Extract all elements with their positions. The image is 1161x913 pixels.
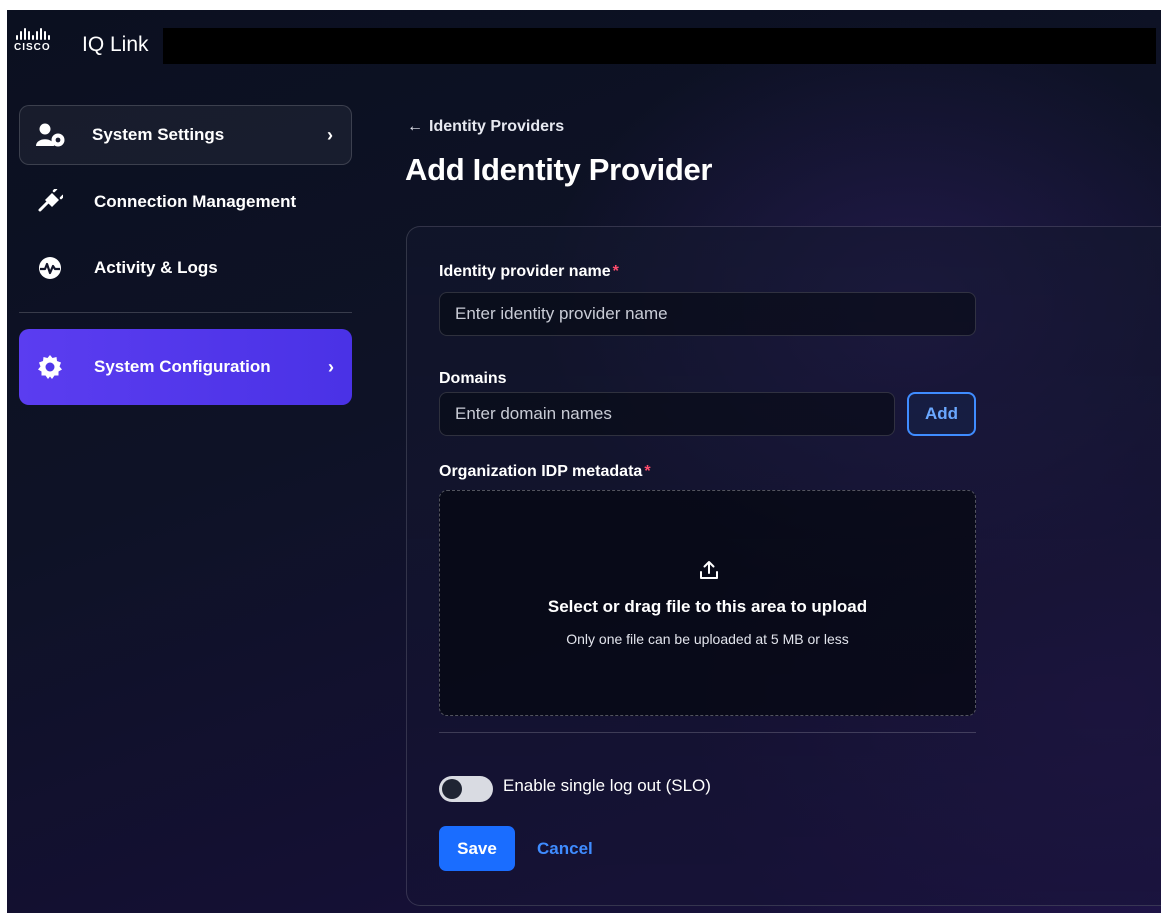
- app-window: CISCO IQ Link System Settings › Connecti…: [7, 10, 1161, 913]
- cisco-bars-icon: [16, 28, 66, 40]
- sidebar-item-label: Activity & Logs: [94, 258, 218, 277]
- label-text: Identity provider name: [439, 263, 611, 280]
- sidebar-item-activity-logs[interactable]: Activity & Logs: [19, 248, 352, 288]
- sidebar-item-label: Connection Management: [94, 192, 297, 211]
- top-bar: CISCO IQ Link: [7, 10, 1161, 70]
- gear-icon: [35, 352, 65, 382]
- sidebar-item-connection-management[interactable]: Connection Management: [19, 182, 352, 222]
- add-domain-button[interactable]: Add: [907, 392, 976, 436]
- domains-input[interactable]: [439, 392, 895, 436]
- sidebar-item-label: System Settings: [92, 125, 225, 144]
- toggle-knob: [442, 779, 462, 799]
- page-title: Add Identity Provider: [405, 152, 713, 187]
- user-gear-icon: [36, 120, 66, 150]
- sidebar-item-system-configuration[interactable]: System Configuration ›: [19, 329, 352, 405]
- sidebar-item-label: System Configuration: [94, 357, 271, 376]
- logo-word: CISCO: [14, 42, 51, 53]
- cancel-button[interactable]: Cancel: [531, 826, 599, 871]
- save-button[interactable]: Save: [439, 826, 515, 871]
- file-upload-dropzone[interactable]: Select or drag file to this area to uplo…: [439, 490, 976, 716]
- identity-provider-name-input[interactable]: [439, 292, 976, 336]
- required-mark: *: [644, 463, 651, 480]
- chevron-right-icon: ›: [328, 356, 334, 377]
- slo-toggle[interactable]: [439, 776, 493, 802]
- form-divider: [439, 732, 976, 733]
- organization-idp-metadata-label: Organization IDP metadata *: [439, 463, 651, 481]
- upload-hint: Only one file can be uploaded at 5 MB or…: [566, 631, 849, 647]
- plug-icon: [35, 187, 65, 217]
- chevron-right-icon: ›: [327, 124, 333, 145]
- sidebar: System Settings › Connection Management …: [7, 70, 357, 913]
- domains-label: Domains: [439, 370, 507, 387]
- slo-toggle-label: Enable single log out (SLO): [503, 776, 711, 795]
- upload-icon: [698, 559, 720, 581]
- required-mark: *: [612, 263, 619, 280]
- upload-title: Select or drag file to this area to uplo…: [547, 597, 868, 616]
- app-title: IQ Link: [82, 33, 149, 56]
- back-link-identity-providers[interactable]: ← Identity Providers: [407, 118, 564, 136]
- cisco-logo: CISCO: [14, 28, 66, 58]
- identity-provider-name-label: Identity provider name *: [439, 263, 619, 281]
- sidebar-item-system-settings[interactable]: System Settings ›: [19, 105, 352, 165]
- redacted-bar: [163, 28, 1156, 64]
- sidebar-divider: [19, 312, 352, 313]
- back-link-label: Identity Providers: [429, 118, 565, 135]
- arrow-left-icon: ←: [407, 118, 423, 135]
- label-text: Organization IDP metadata: [439, 463, 643, 480]
- activity-pulse-icon: [35, 253, 65, 283]
